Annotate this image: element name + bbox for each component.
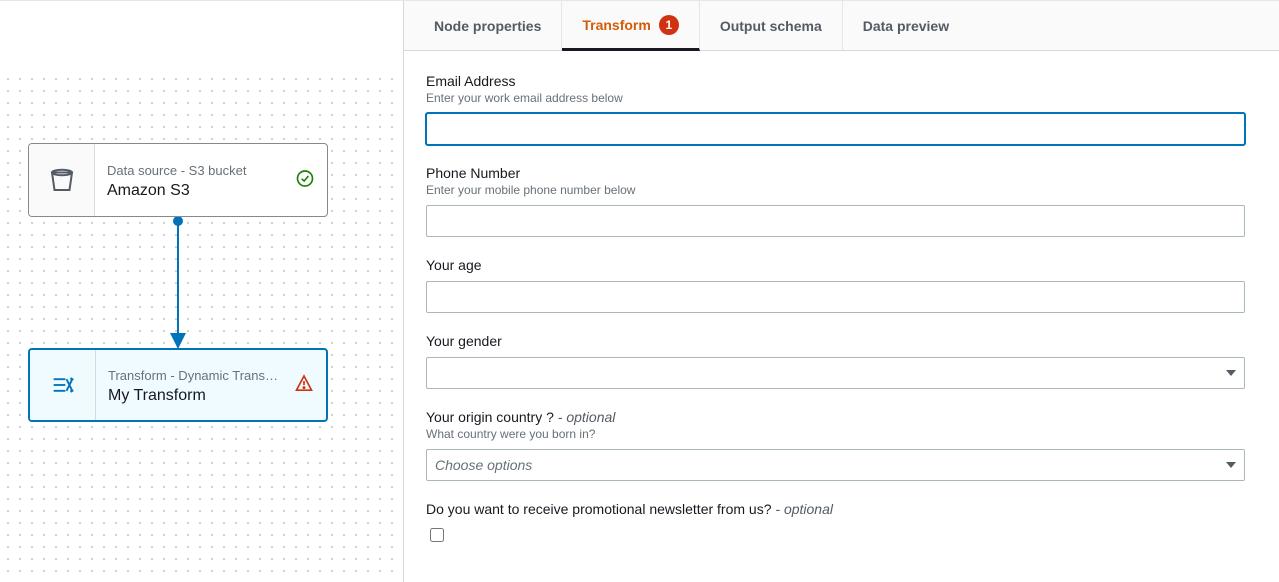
- field-label-text: Your origin country ?: [426, 409, 558, 425]
- optional-suffix: - optional: [558, 409, 616, 425]
- field-hint: Enter your mobile phone number below: [426, 183, 1245, 197]
- detail-pane: Node properties Transform 1 Output schem…: [404, 1, 1279, 582]
- app-root: Data source - S3 bucket Amazon S3: [0, 0, 1279, 582]
- tab-badge: 1: [659, 15, 679, 35]
- field-origin-country: Your origin country ? - optional What co…: [426, 409, 1245, 481]
- chevron-down-icon: [1226, 462, 1236, 468]
- field-label: Your gender: [426, 333, 1245, 349]
- status-ok-icon: [295, 169, 315, 192]
- node-kind-label: Transform - Dynamic Trans…: [108, 368, 298, 383]
- field-label: Email Address: [426, 73, 1245, 89]
- optional-suffix: - optional: [775, 501, 833, 517]
- node-kind-label: Data source - S3 bucket: [107, 163, 297, 178]
- node-body: Transform - Dynamic Trans… My Transform: [96, 350, 326, 420]
- node-title: My Transform: [108, 387, 312, 405]
- tab-label: Node properties: [434, 18, 541, 34]
- email-input[interactable]: [426, 113, 1245, 145]
- tab-label: Data preview: [863, 18, 949, 34]
- tab-label: Transform: [582, 17, 650, 33]
- chevron-down-icon: [1226, 370, 1236, 376]
- field-label: Your origin country ? - optional: [426, 409, 1245, 425]
- field-hint: Enter your work email address below: [426, 91, 1245, 105]
- field-label: Phone Number: [426, 165, 1245, 181]
- graph-canvas[interactable]: Data source - S3 bucket Amazon S3: [0, 1, 404, 582]
- tab-transform[interactable]: Transform 1: [562, 1, 699, 51]
- field-label-text: Do you want to receive promotional newsl…: [426, 501, 775, 517]
- field-newsletter: Do you want to receive promotional newsl…: [426, 501, 1245, 545]
- phone-input[interactable]: [426, 205, 1245, 237]
- field-gender: Your gender: [426, 333, 1245, 389]
- status-error-icon: [294, 374, 314, 397]
- bucket-icon: [29, 144, 95, 216]
- newsletter-checkbox[interactable]: [430, 528, 444, 542]
- field-age: Your age: [426, 257, 1245, 313]
- transform-icon: [30, 350, 96, 420]
- field-label: Do you want to receive promotional newsl…: [426, 501, 1245, 517]
- field-hint: What country were you born in?: [426, 427, 1245, 441]
- tabs: Node properties Transform 1 Output schem…: [404, 1, 1279, 51]
- select-placeholder: Choose options: [435, 457, 532, 473]
- transform-form: Email Address Enter your work email addr…: [404, 51, 1279, 582]
- node-body: Data source - S3 bucket Amazon S3: [95, 144, 327, 216]
- age-input[interactable]: [426, 281, 1245, 313]
- origin-country-multiselect[interactable]: Choose options: [426, 449, 1245, 481]
- node-data-source-s3[interactable]: Data source - S3 bucket Amazon S3: [28, 143, 328, 217]
- node-title: Amazon S3: [107, 182, 313, 200]
- tab-node-properties[interactable]: Node properties: [414, 1, 562, 50]
- field-label: Your age: [426, 257, 1245, 273]
- tab-data-preview[interactable]: Data preview: [843, 1, 969, 50]
- tab-output-schema[interactable]: Output schema: [700, 1, 843, 50]
- field-email: Email Address Enter your work email addr…: [426, 73, 1245, 145]
- field-phone: Phone Number Enter your mobile phone num…: [426, 165, 1245, 237]
- tab-label: Output schema: [720, 18, 822, 34]
- node-transform-my-transform[interactable]: Transform - Dynamic Trans… My Transform: [28, 348, 328, 422]
- gender-select[interactable]: [426, 357, 1245, 389]
